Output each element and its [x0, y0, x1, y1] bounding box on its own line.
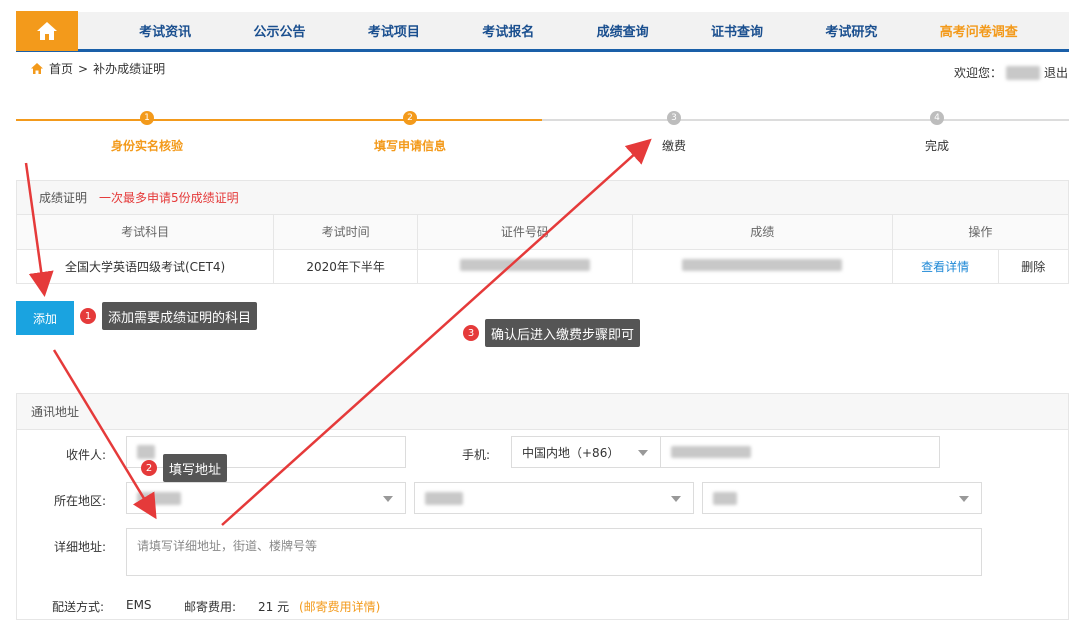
cell-id-number [417, 249, 633, 283]
step-label: 填写申请信息 [373, 139, 446, 153]
top-navigation: 考试资讯 公示公告 考试项目 考试报名 成绩查询 证书查询 考试研究 高考问卷调… [16, 10, 1069, 52]
certificate-header: 成绩证明 一次最多申请5份成绩证明 [17, 181, 1068, 215]
breadcrumb-home[interactable]: 首页 [49, 60, 73, 77]
detail-address-label: 详细地址: [53, 540, 106, 554]
step-payment: 3 缴费 [584, 111, 764, 154]
column-subject: 考试科目 [17, 215, 275, 250]
step-identity: 1 身份实名核验 [57, 111, 237, 154]
tip-confirm-payment: 3 确认后进入缴费步骤即可 [463, 319, 641, 347]
tip-bubble: 确认后进入缴费步骤即可 [485, 319, 641, 347]
breadcrumb-current: 补办成绩证明 [93, 62, 166, 76]
tip-badge: 3 [463, 325, 479, 341]
district-select[interactable] [702, 482, 982, 514]
chevron-down-icon [638, 450, 648, 456]
cell-delete: 删除 [998, 249, 1068, 283]
tip-add-subject: 1 添加需要成绩证明的科目 [80, 302, 258, 330]
column-id-number: 证件号码 [417, 215, 633, 250]
city-select[interactable] [414, 482, 694, 514]
nav-certificate-query[interactable]: 证书查询 [711, 21, 763, 40]
city-redacted [425, 491, 463, 505]
certificate-table: 考试科目 考试时间 证件号码 成绩 操作 全国大学英语四级考试(CET4) 20… [17, 215, 1068, 283]
delete-link[interactable]: 删除 [1021, 260, 1045, 274]
step-number: 3 [667, 111, 681, 125]
nav-announcements[interactable]: 公示公告 [254, 21, 306, 40]
tip-badge: 2 [141, 460, 157, 476]
tip-bubble: 填写地址 [163, 454, 228, 482]
address-header: 通讯地址 [17, 394, 1068, 430]
cell-subject: 全国大学英语四级考试(CET4) [17, 249, 275, 283]
fee-value: 21 元 [258, 600, 290, 614]
nav-score-query[interactable]: 成绩查询 [597, 21, 649, 40]
step-label: 完成 [924, 139, 949, 153]
chevron-down-icon [959, 496, 969, 502]
column-score: 成绩 [632, 215, 893, 250]
province-select[interactable] [126, 482, 406, 514]
province-redacted [137, 491, 181, 505]
add-subject-button[interactable]: 添加 [16, 301, 74, 335]
nav-exam-projects[interactable]: 考试项目 [368, 21, 420, 40]
phone-redacted [671, 446, 751, 458]
step-label: 身份实名核验 [110, 139, 183, 153]
username-redacted [1005, 65, 1040, 80]
phone-label: 手机: [461, 448, 490, 462]
logout-link[interactable]: 退出 [1044, 64, 1068, 81]
nav-exam-registration[interactable]: 考试报名 [482, 21, 534, 40]
phone-region-value: 中国内地（+86） [522, 445, 620, 460]
tip-badge: 1 [80, 308, 96, 324]
certificate-panel: 成绩证明 一次最多申请5份成绩证明 考试科目 考试时间 证件号码 成绩 操作 全… [16, 180, 1069, 284]
nav-exam-news[interactable]: 考试资讯 [139, 21, 191, 40]
id-number-redacted [459, 258, 590, 271]
nav-exam-research[interactable]: 考试研究 [825, 21, 877, 40]
step-number: 4 [930, 111, 944, 125]
breadcrumb: 首页 > 补办成绩证明 [30, 60, 165, 77]
breadcrumb-separator: > [78, 61, 89, 76]
home-icon [37, 21, 57, 40]
certificate-limit-note: 一次最多申请5份成绩证明 [99, 191, 239, 205]
region-label: 所在地区: [53, 494, 106, 508]
fee-details-link[interactable]: (邮寄费用详情) [299, 598, 380, 615]
column-actions: 操作 [892, 215, 1068, 250]
recipient-label: 收件人: [65, 448, 106, 462]
welcome-area: 欢迎您： 退出 [954, 64, 1068, 81]
table-header-row: 考试科目 考试时间 证件号码 成绩 操作 [17, 215, 1068, 250]
chevron-down-icon [383, 496, 393, 502]
table-row: 全国大学英语四级考试(CET4) 2020年下半年 查看详情 删除 [17, 249, 1068, 283]
tip-bubble: 添加需要成绩证明的科目 [102, 302, 258, 330]
step-number: 1 [140, 111, 154, 125]
tip-fill-address: 2 填写地址 [141, 454, 228, 482]
district-redacted [713, 491, 737, 505]
phone-input[interactable] [660, 436, 940, 468]
cell-time: 2020年下半年 [273, 249, 418, 283]
shipping-label: 配送方式: [52, 600, 105, 614]
fee-label: 邮寄费用: [184, 600, 237, 614]
home-button[interactable] [16, 10, 78, 51]
step-number: 2 [403, 111, 417, 125]
step-complete: 4 完成 [847, 111, 1027, 154]
home-icon [31, 63, 43, 74]
shipping-value: EMS [126, 598, 152, 612]
cell-view: 查看详情 [892, 249, 999, 283]
detail-address-input[interactable] [126, 528, 982, 576]
welcome-text: 欢迎您： [953, 66, 1002, 80]
view-details-link[interactable]: 查看详情 [921, 260, 969, 274]
step-label: 缴费 [661, 139, 686, 153]
column-time: 考试时间 [273, 215, 418, 250]
nav-survey[interactable]: 高考问卷调查 [940, 21, 1018, 40]
nav-menu: 考试资讯 公示公告 考试项目 考试报名 成绩查询 证书查询 考试研究 高考问卷调… [78, 21, 1069, 40]
cell-score [632, 249, 893, 283]
phone-region-select[interactable]: 中国内地（+86） [511, 436, 661, 468]
step-fill-info: 2 填写申请信息 [320, 111, 500, 154]
certificate-title: 成绩证明 [39, 191, 88, 205]
score-redacted [682, 258, 843, 271]
chevron-down-icon [671, 496, 681, 502]
